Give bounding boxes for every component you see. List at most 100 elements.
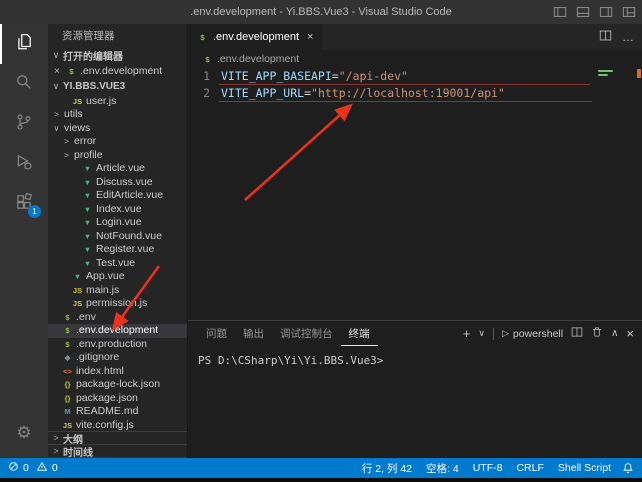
status-language-mode[interactable]: Shell Script (551, 462, 618, 474)
panel-tabs: 问题输出调试控制台终端 (198, 322, 378, 346)
tree-item-utils[interactable]: >utils (48, 108, 187, 122)
open-editor-item[interactable]: × $ .env.development (48, 64, 187, 79)
tree-item-notfound.vue[interactable]: ▼NotFound.vue (48, 230, 187, 244)
error-count: 0 (23, 462, 29, 474)
split-editor-icon[interactable] (599, 29, 612, 45)
status-encoding[interactable]: UTF-8 (466, 462, 510, 474)
tree-item-views[interactable]: ∨views (48, 122, 187, 136)
panel-tab-terminal[interactable]: 终端 (341, 322, 378, 346)
timeline-section[interactable]: > 时间线 (48, 445, 187, 458)
bottom-panel: 问题输出调试控制台终端 + ∨ ▷ powershell ∧ × PS D:\C… (188, 320, 642, 458)
code-editor[interactable]: 1VITE_APP_BASEAPI="/api-dev"2VITE_APP_UR… (188, 68, 642, 320)
tree-item-register.vue[interactable]: ▼Register.vue (48, 243, 187, 257)
terminal-shell-label: powershell (513, 328, 563, 340)
chevron-right-icon: > (52, 108, 61, 122)
kill-terminal-icon[interactable] (591, 326, 603, 341)
file-name: Login.vue (96, 216, 142, 230)
panel-tab-problems[interactable]: 问题 (198, 322, 235, 346)
terminal-output[interactable]: PS D:\CSharp\Yi\Yi.BBS.Vue3> (188, 346, 642, 458)
shell-file-icon: $ (66, 67, 77, 76)
shell-file-icon: $ (62, 324, 73, 338)
source-control-button[interactable] (0, 104, 48, 144)
close-panel-icon[interactable]: × (626, 326, 634, 341)
file-name: Register.vue (96, 243, 154, 257)
file-name: profile (74, 149, 103, 163)
close-editor-icon[interactable]: × (54, 66, 63, 77)
more-actions-icon[interactable]: … (622, 30, 634, 44)
tree-item-package-lock.json[interactable]: {}package-lock.json (48, 378, 187, 392)
file-name: Discuss.vue (96, 176, 153, 190)
tree-item-index.vue[interactable]: ▼Index.vue (48, 203, 187, 217)
vue-file-icon: ▼ (82, 176, 93, 190)
status-indentation[interactable]: 空格: 4 (419, 461, 466, 476)
file-name: Test.vue (96, 257, 135, 271)
extensions-button[interactable]: 1 (0, 184, 48, 224)
status-bar: 0 0 行 2, 列 42空格: 4UTF-8CRLFShell Script (0, 458, 642, 478)
tree-item-.env[interactable]: $.env (48, 311, 187, 325)
status-cursor-position[interactable]: 行 2, 列 42 (355, 461, 419, 476)
tree-item-test.vue[interactable]: ▼Test.vue (48, 257, 187, 271)
chevron-right-icon: > (62, 135, 71, 149)
file-name: .gitignore (76, 351, 119, 365)
tree-item-index.html[interactable]: <>index.html (48, 365, 187, 379)
tree-item-discuss.vue[interactable]: ▼Discuss.vue (48, 176, 187, 190)
maximize-panel-icon[interactable]: ∧ (611, 328, 618, 339)
new-terminal-icon[interactable]: + (463, 326, 471, 341)
breadcrumb[interactable]: $ .env.development (188, 50, 642, 68)
tree-item-vite.config.js[interactable]: JSvite.config.js (48, 419, 187, 431)
minimap[interactable] (598, 70, 632, 78)
sidebar-bottom-sections: > 大纲 > 时间线 (48, 431, 187, 458)
code-line[interactable]: 1VITE_APP_BASEAPI="/api-dev" (188, 68, 642, 85)
tab-env-development[interactable]: $ .env.development × (188, 24, 323, 50)
open-editors-label: 打开的编辑器 (63, 48, 123, 63)
line-number: 1 (188, 68, 210, 85)
search-button[interactable] (0, 64, 48, 104)
panel-tab-output[interactable]: 输出 (235, 322, 272, 346)
settings-button[interactable]: ⚙ (0, 412, 48, 452)
run-debug-button[interactable] (0, 144, 48, 184)
minimap-added-mark (598, 74, 608, 76)
problems-status[interactable]: 0 0 (8, 461, 58, 475)
file-name: package-lock.json (76, 378, 160, 392)
project-section-header[interactable]: ∨ YI.BBS.VUE3 (48, 79, 187, 95)
tree-item-error[interactable]: >error (48, 135, 187, 149)
tree-item-profile[interactable]: >profile (48, 149, 187, 163)
code-lines: 1VITE_APP_BASEAPI="/api-dev"2VITE_APP_UR… (188, 68, 642, 102)
shell-file-icon: $ (62, 338, 73, 352)
tree-item-permission.js[interactable]: JSpermission.js (48, 297, 187, 311)
file-name: README.md (76, 405, 138, 419)
file-name: .env.development (76, 324, 158, 338)
toggle-secondary-sidebar-icon[interactable] (599, 5, 613, 19)
status-eol[interactable]: CRLF (509, 462, 550, 474)
divider (493, 328, 494, 340)
tree-item-main.js[interactable]: JSmain.js (48, 284, 187, 298)
terminal-instance-item[interactable]: ▷ powershell (502, 328, 563, 340)
panel-tab-debug-console[interactable]: 调试控制台 (272, 322, 341, 346)
notifications-bell-icon[interactable] (622, 462, 634, 474)
explorer-button[interactable] (0, 24, 48, 64)
tree-item-.env.development[interactable]: $.env.development (48, 324, 187, 338)
terminal-profile-chevron-icon[interactable]: ∨ (478, 328, 485, 339)
tree-item-package.json[interactable]: {}package.json (48, 392, 187, 406)
file-name: vite.config.js (76, 419, 134, 431)
minimap-added-mark (598, 70, 613, 72)
window-bottom-edge (0, 478, 642, 482)
tree-item-.env.production[interactable]: $.env.production (48, 338, 187, 352)
tree-item-login.vue[interactable]: ▼Login.vue (48, 216, 187, 230)
code-line[interactable]: 2VITE_APP_URL="http://localhost:19001/ap… (188, 85, 642, 102)
extensions-badge: 1 (28, 205, 41, 218)
toggle-panel-icon[interactable] (576, 5, 590, 19)
open-editors-section[interactable]: ∨ 打开的编辑器 (48, 48, 187, 64)
file-name: error (74, 135, 96, 149)
toggle-sidebar-icon[interactable] (553, 5, 567, 19)
tree-item-article.vue[interactable]: ▼Article.vue (48, 162, 187, 176)
close-tab-icon[interactable]: × (307, 31, 313, 43)
tree-item-user.js[interactable]: JSuser.js (48, 95, 187, 109)
split-terminal-icon[interactable] (571, 326, 583, 341)
tree-item-readme.md[interactable]: MREADME.md (48, 405, 187, 419)
tree-item-editarticle.vue[interactable]: ▼EditArticle.vue (48, 189, 187, 203)
tree-item-app.vue[interactable]: ▼App.vue (48, 270, 187, 284)
tree-item-.gitignore[interactable]: ◆.gitignore (48, 351, 187, 365)
customize-layout-icon[interactable] (622, 5, 636, 19)
file-name: views (64, 122, 90, 136)
